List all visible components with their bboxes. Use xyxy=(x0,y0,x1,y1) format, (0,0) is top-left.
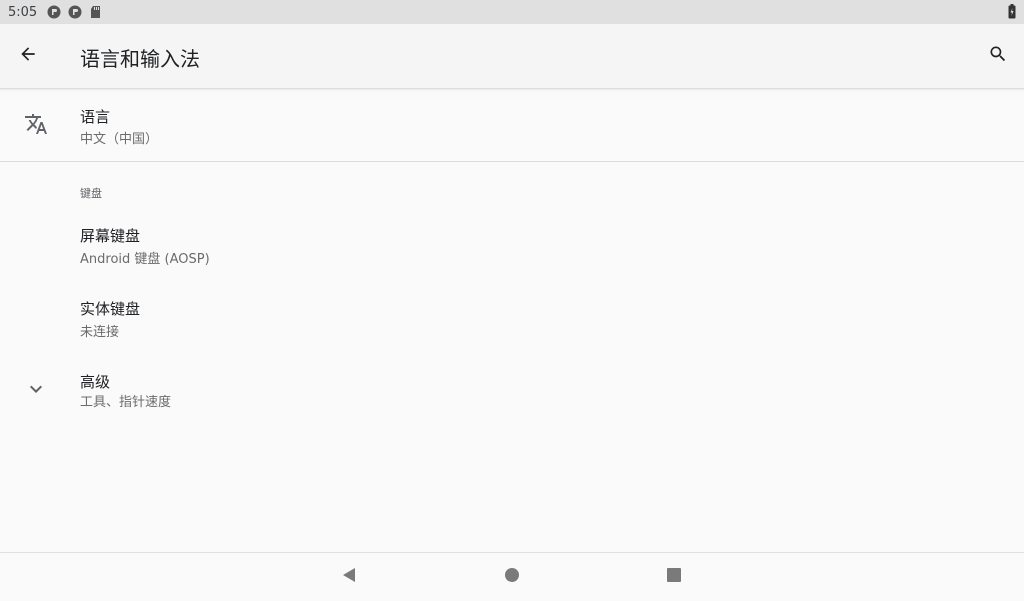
status-icons xyxy=(47,5,103,19)
advanced-summary: 工具、指针速度 xyxy=(80,395,172,410)
sd-card-icon xyxy=(89,5,103,19)
physical-keyboard-title: 实体键盘 xyxy=(80,300,141,318)
back-button[interactable] xyxy=(16,44,40,68)
physical-keyboard-preference[interactable]: 实体键盘 未连接 xyxy=(0,285,1024,355)
chevron-down-icon xyxy=(24,377,48,401)
status-time: 5:05 xyxy=(8,4,38,20)
language-summary: 中文（中国） xyxy=(80,132,159,147)
home-circle-icon xyxy=(504,567,520,587)
search-button[interactable] xyxy=(986,44,1010,68)
section-divider xyxy=(0,161,1024,162)
on-screen-keyboard-title: 屏幕键盘 xyxy=(80,227,141,245)
keyboard-category-header: 键盘 xyxy=(80,187,102,200)
advanced-title: 高级 xyxy=(80,373,111,391)
notification-circle-icon xyxy=(47,5,61,19)
advanced-preference[interactable]: 高级 工具、指针速度 xyxy=(0,358,1024,422)
language-title: 语言 xyxy=(80,108,111,126)
status-bar: 5:05 xyxy=(0,0,1024,24)
on-screen-keyboard-summary: Android 键盘 (AOSP) xyxy=(80,252,210,267)
translate-icon xyxy=(24,112,48,136)
nav-home-button[interactable] xyxy=(502,567,522,587)
search-icon xyxy=(988,44,1008,68)
navigation-bar xyxy=(0,552,1024,601)
notification-circle-icon xyxy=(68,5,82,19)
recents-square-icon xyxy=(666,567,682,587)
back-arrow-icon xyxy=(18,44,38,68)
nav-back-button[interactable] xyxy=(339,567,359,587)
page-title: 语言和输入法 xyxy=(80,47,200,71)
battery-icon xyxy=(1008,4,1016,19)
nav-recents-button[interactable] xyxy=(664,567,684,587)
app-bar: 语言和输入法 xyxy=(0,24,1024,89)
physical-keyboard-summary: 未连接 xyxy=(80,325,120,340)
language-preference[interactable]: 语言 中文（中国） xyxy=(0,89,1024,161)
on-screen-keyboard-preference[interactable]: 屏幕键盘 Android 键盘 (AOSP) xyxy=(0,212,1024,282)
back-triangle-icon xyxy=(341,567,357,587)
